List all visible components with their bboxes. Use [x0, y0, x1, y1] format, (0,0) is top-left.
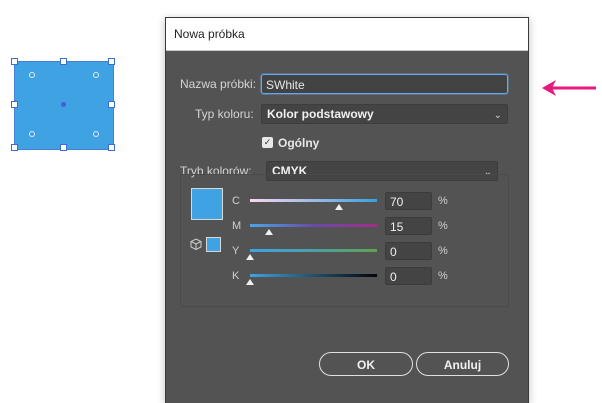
color-type-label: Typ koloru: [195, 107, 254, 121]
checkmark-icon: ✓ [263, 137, 272, 147]
selection-handle[interactable] [11, 58, 18, 65]
arrow-left-icon [542, 80, 596, 96]
cube-icon[interactable] [190, 238, 202, 250]
channel-value-input[interactable]: 0 [385, 267, 432, 285]
triangle-thumb-icon[interactable] [265, 229, 274, 235]
corner-widget[interactable] [93, 131, 99, 137]
selection-handle[interactable] [60, 58, 67, 65]
triangle-thumb-icon[interactable] [246, 279, 254, 285]
dialog-title: Nowa próbka [166, 18, 528, 51]
triangle-thumb-icon[interactable] [334, 204, 343, 210]
channel-label: M [232, 220, 242, 232]
triangle-thumb-icon[interactable] [246, 254, 254, 260]
percent-unit: % [438, 220, 448, 232]
chevron-down-icon: ⌄ [493, 110, 502, 121]
percent-unit: % [438, 195, 448, 207]
ok-button[interactable]: OK [319, 352, 413, 376]
selected-swatch-rectangle[interactable] [11, 58, 115, 151]
color-sliders-group [180, 174, 509, 307]
swatch-name-input[interactable]: SWhite [261, 74, 508, 94]
percent-unit: % [438, 245, 448, 257]
selection-handle[interactable] [11, 144, 18, 151]
selection-handle[interactable] [108, 144, 115, 151]
corner-widget[interactable] [93, 72, 99, 78]
channel-label: K [232, 270, 240, 282]
channel-value-input[interactable]: 15 [385, 217, 432, 235]
magenta-slider-track[interactable] [250, 224, 377, 227]
corner-widget[interactable] [29, 131, 35, 137]
color-preview-swatch [191, 188, 223, 220]
swatch-name-label: Nazwa próbki: [180, 77, 257, 91]
channel-value-input[interactable]: 70 [385, 192, 432, 210]
new-swatch-dialog: Nowa próbka Nazwa próbki: SWhite Typ kol… [165, 17, 529, 403]
yellow-slider-track[interactable] [250, 249, 377, 252]
global-checkbox-label: Ogólny [278, 136, 320, 150]
channel-value-input[interactable]: 0 [385, 242, 432, 260]
channel-label: Y [232, 245, 240, 257]
selection-handle[interactable] [108, 101, 115, 108]
black-slider-track[interactable] [250, 274, 377, 277]
corner-widget[interactable] [29, 72, 35, 78]
selection-handle[interactable] [60, 144, 67, 151]
color-type-select[interactable]: Kolor podstawowy ⌄ [261, 104, 508, 124]
gamut-correction-swatch[interactable] [206, 237, 221, 252]
selection-handle[interactable] [108, 58, 115, 65]
channel-label: C [232, 195, 240, 207]
center-point [61, 102, 66, 107]
global-checkbox[interactable]: ✓ [262, 137, 273, 148]
cancel-button[interactable]: Anuluj [416, 352, 509, 376]
selection-handle[interactable] [11, 101, 18, 108]
percent-unit: % [438, 270, 448, 282]
color-type-value: Kolor podstawowy [267, 107, 374, 121]
cyan-slider-track[interactable] [250, 199, 377, 202]
